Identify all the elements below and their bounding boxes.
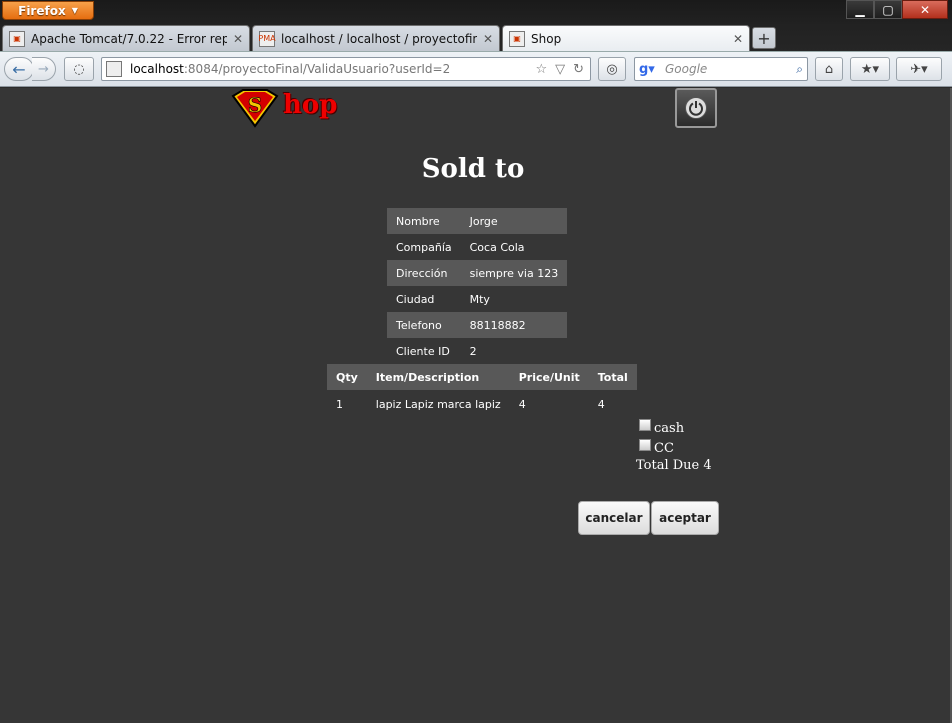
cc-label: CC — [654, 440, 674, 456]
cell-price: 4 — [518, 397, 526, 411]
tab-phpmyadmin[interactable]: PMA localhost / localhost / proyectofina… — [252, 25, 500, 51]
chevron-down-icon: ▼ — [71, 6, 78, 15]
cash-label: cash — [654, 420, 685, 436]
items-table: Qty Item/Description Price/Unit Total 1 … — [327, 364, 637, 418]
forward-button[interactable]: → — [32, 57, 56, 81]
history-icon: ◌ — [73, 61, 85, 77]
cookie-button[interactable]: ◎ — [598, 57, 626, 81]
arrow-right-icon: → — [38, 61, 49, 77]
navigation-toolbar: ← → ◌ localhost:8084/proyectoFinal/Valid… — [0, 51, 952, 87]
customer-row: Compañía Coca Cola — [387, 234, 567, 260]
dropdown-icon[interactable]: ▽ — [555, 62, 565, 77]
close-tab-icon[interactable]: ✕ — [733, 32, 743, 46]
pma-icon: PMA — [258, 30, 276, 47]
cell-qty: 1 — [336, 397, 343, 411]
power-icon — [685, 97, 707, 119]
minimize-button[interactable]: ▁ — [846, 0, 874, 19]
close-tab-icon[interactable]: ✕ — [483, 32, 493, 46]
site-identity-icon — [106, 61, 122, 77]
customer-label: Dirección — [387, 260, 461, 286]
google-icon: g▾ — [639, 61, 655, 77]
addon-button[interactable]: ✈▾ — [896, 57, 942, 81]
customer-label: Telefono — [387, 312, 461, 338]
tab-strip: ▣ Apache Tomcat/7.0.22 - Error report ✕ … — [2, 25, 776, 51]
maximize-button[interactable]: ▢ — [874, 0, 902, 19]
customer-label: Compañía — [396, 240, 452, 254]
reload-icon[interactable]: ↻ — [573, 62, 584, 77]
cell-total: 4 — [597, 397, 605, 411]
tab-shop[interactable]: ▣ Shop ✕ — [502, 25, 750, 51]
url-path: :8084/proyectoFinal/ValidaUsuario?userId… — [183, 62, 451, 76]
addon-icon: ✈▾ — [910, 61, 928, 77]
total-due: Total Due 4 — [636, 458, 712, 473]
logo-text: hop — [283, 90, 338, 120]
window-controls: ▁ ▢ ✕ — [846, 0, 948, 19]
payment-options: cash CC Total Due 4 — [636, 418, 712, 478]
customer-value: Mty — [469, 292, 490, 306]
cc-checkbox[interactable] — [639, 439, 651, 451]
column-header-item: Item/Description — [366, 364, 510, 390]
address-bar[interactable]: localhost:8084/proyectoFinal/ValidaUsuar… — [101, 57, 591, 81]
customer-row: Ciudad Mty — [387, 286, 567, 312]
url-icons: ☆ ▽ ↻ — [535, 62, 584, 77]
tab-tomcat[interactable]: ▣ Apache Tomcat/7.0.22 - Error report ✕ — [2, 25, 250, 51]
customer-label: Ciudad — [396, 292, 435, 306]
tab-title: Shop — [531, 31, 562, 46]
arrow-left-icon: ← — [12, 59, 26, 79]
home-button[interactable]: ⌂ — [815, 57, 843, 81]
close-window-button[interactable]: ✕ — [902, 0, 948, 19]
accept-button[interactable]: aceptar — [651, 501, 719, 535]
svg-text:S: S — [248, 93, 262, 117]
url-text: localhost:8084/proyectoFinal/ValidaUsuar… — [130, 62, 450, 76]
bookmarks-button[interactable]: ★▾ — [850, 57, 890, 81]
customer-table: Nombre Jorge Compañía Coca Cola Direcció… — [387, 208, 568, 364]
firefox-menu-label: Firefox — [18, 3, 66, 18]
star-icon[interactable]: ☆ — [535, 62, 547, 77]
table-header-row: Qty Item/Description Price/Unit Total — [327, 364, 637, 390]
page-content: S hop Sold to Nombre Jorge Compañía Coca… — [0, 88, 952, 723]
customer-row: Cliente ID 2 — [387, 338, 567, 364]
firefox-menu-button[interactable]: Firefox ▼ — [2, 1, 94, 20]
cookie-icon: ◎ — [606, 61, 618, 77]
page-icon: ▣ — [509, 30, 525, 47]
column-header-total: Total — [588, 364, 637, 390]
customer-row: Dirección siempre via 123 — [387, 260, 568, 286]
bookmark-icon: ★▾ — [860, 61, 880, 77]
back-button[interactable]: ← — [4, 57, 34, 81]
url-host: localhost — [130, 62, 184, 76]
customer-label: Nombre — [387, 208, 461, 234]
tomcat-icon: ▣ — [9, 30, 25, 47]
customer-value: siempre via 123 — [460, 260, 568, 286]
cash-option: cash — [636, 418, 712, 438]
search-icon[interactable]: ⌕ — [796, 62, 807, 77]
tab-title: Apache Tomcat/7.0.22 - Error report — [31, 31, 227, 46]
customer-value: Coca Cola — [469, 240, 525, 254]
close-tab-icon[interactable]: ✕ — [233, 32, 243, 46]
customer-row: Nombre Jorge — [387, 208, 568, 234]
tab-title: localhost / localhost / proyectofinal / … — [281, 31, 477, 46]
cash-checkbox[interactable] — [639, 419, 651, 431]
page-title: Sold to — [421, 154, 525, 184]
customer-label: Cliente ID — [396, 344, 450, 358]
cell-item: lapiz Lapiz marca lapiz — [375, 397, 501, 411]
column-header-qty: Qty — [327, 364, 367, 390]
home-icon: ⌂ — [824, 61, 834, 77]
customer-row: Telefono 88118882 — [387, 312, 568, 338]
logout-button[interactable] — [675, 88, 717, 128]
new-tab-button[interactable]: + — [752, 27, 776, 49]
customer-value: Jorge — [460, 208, 568, 234]
customer-value: 88118882 — [460, 312, 568, 338]
cc-option: CC — [636, 438, 712, 458]
table-row: 1 lapiz Lapiz marca lapiz 4 4 — [327, 390, 637, 418]
cancel-button[interactable]: cancelar — [578, 501, 650, 535]
search-input[interactable]: Google — [665, 62, 792, 76]
history-dropdown-button[interactable]: ◌ — [64, 57, 94, 81]
browser-chrome: Firefox ▼ ▁ ▢ ✕ ▣ Apache Tomcat/7.0.22 -… — [0, 0, 952, 88]
column-header-price: Price/Unit — [509, 364, 589, 390]
customer-value: 2 — [469, 344, 477, 358]
search-box[interactable]: g▾ Google ⌕ — [634, 57, 808, 81]
